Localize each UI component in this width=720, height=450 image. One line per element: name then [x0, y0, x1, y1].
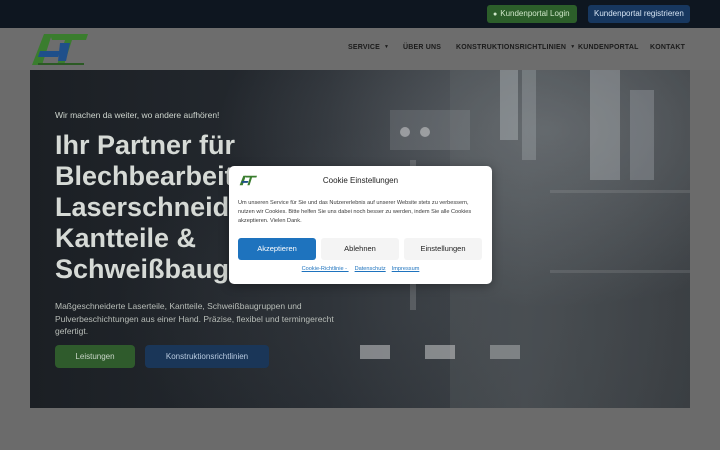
hero-description: Maßgeschneiderte Laserteile, Kantteile, … — [55, 301, 334, 336]
main-navigation: SERVICE ▼ ÜBER UNS KONSTRUKTIONSRICHTLINI… — [0, 28, 720, 70]
user-icon: ● — [493, 11, 498, 18]
imprint-link[interactable]: Impressum — [392, 266, 420, 272]
nav-service[interactable]: SERVICE ▼ — [348, 44, 389, 51]
page-bottom — [0, 408, 720, 450]
nav-konstruktionsrichtlinien-label: KONSTRUKTIONSRICHTLINIEN — [456, 44, 567, 51]
top-bar: ● Kundenportal Login Kundenportal registr… — [0, 0, 720, 28]
nav-service-label: SERVICE — [348, 44, 381, 51]
hero-kicker: Wir machen da weiter, wo andere aufhören… — [55, 110, 220, 120]
cookie-dialog-text: Um unseren Service für Sie und das Nutze… — [238, 200, 472, 225]
cookie-settings-button[interactable]: Einstellungen — [404, 238, 482, 260]
construction-guidelines-button[interactable]: Konstruktionsrichtlinien — [145, 345, 269, 368]
chevron-down-icon: ▼ — [384, 44, 390, 50]
privacy-link[interactable]: Datenschutz — [355, 266, 386, 272]
nav-ueber-uns-label: ÜBER UNS — [403, 44, 442, 51]
site-header: SERVICE ▼ ÜBER UNS KONSTRUKTIONSRICHTLINI… — [0, 28, 720, 70]
cookie-dialog-title: Cookie Einstellungen — [322, 176, 399, 185]
cookie-consent-dialog: Cookie Einstellungen Um unseren Service … — [229, 166, 492, 284]
hero-title-line: Ihr Partner für — [55, 130, 236, 160]
chevron-down-icon: ▼ — [570, 44, 576, 50]
register-label: Kundenportal registrieren — [594, 9, 684, 18]
nav-konstruktionsrichtlinien[interactable]: KONSTRUKTIONSRICHTLINIEN ▼ — [456, 44, 575, 51]
customer-portal-register-button[interactable]: Kundenportal registrieren — [588, 5, 690, 23]
decline-cookies-button[interactable]: Ablehnen — [321, 238, 399, 260]
login-label: Kundenportal Login — [500, 9, 570, 18]
services-button[interactable]: Leistungen — [55, 345, 135, 368]
nav-kundenportal[interactable]: KUNDENPORTAL — [578, 44, 639, 51]
cookie-policy-link[interactable]: Cookie-Richtlinie - — [302, 266, 349, 272]
nav-kontakt[interactable]: KONTAKT — [650, 44, 685, 51]
nav-kontakt-label: KONTAKT — [650, 44, 686, 51]
nav-kundenportal-label: KUNDENPORTAL — [578, 44, 639, 51]
customer-portal-login-button[interactable]: ● Kundenportal Login — [487, 5, 577, 23]
nav-ueber-uns[interactable]: ÜBER UNS — [403, 44, 441, 51]
cookie-dialog-links: Cookie-Richtlinie - Datenschutz Impressum — [229, 266, 492, 272]
accept-cookies-button[interactable]: Akzeptieren — [238, 238, 316, 260]
